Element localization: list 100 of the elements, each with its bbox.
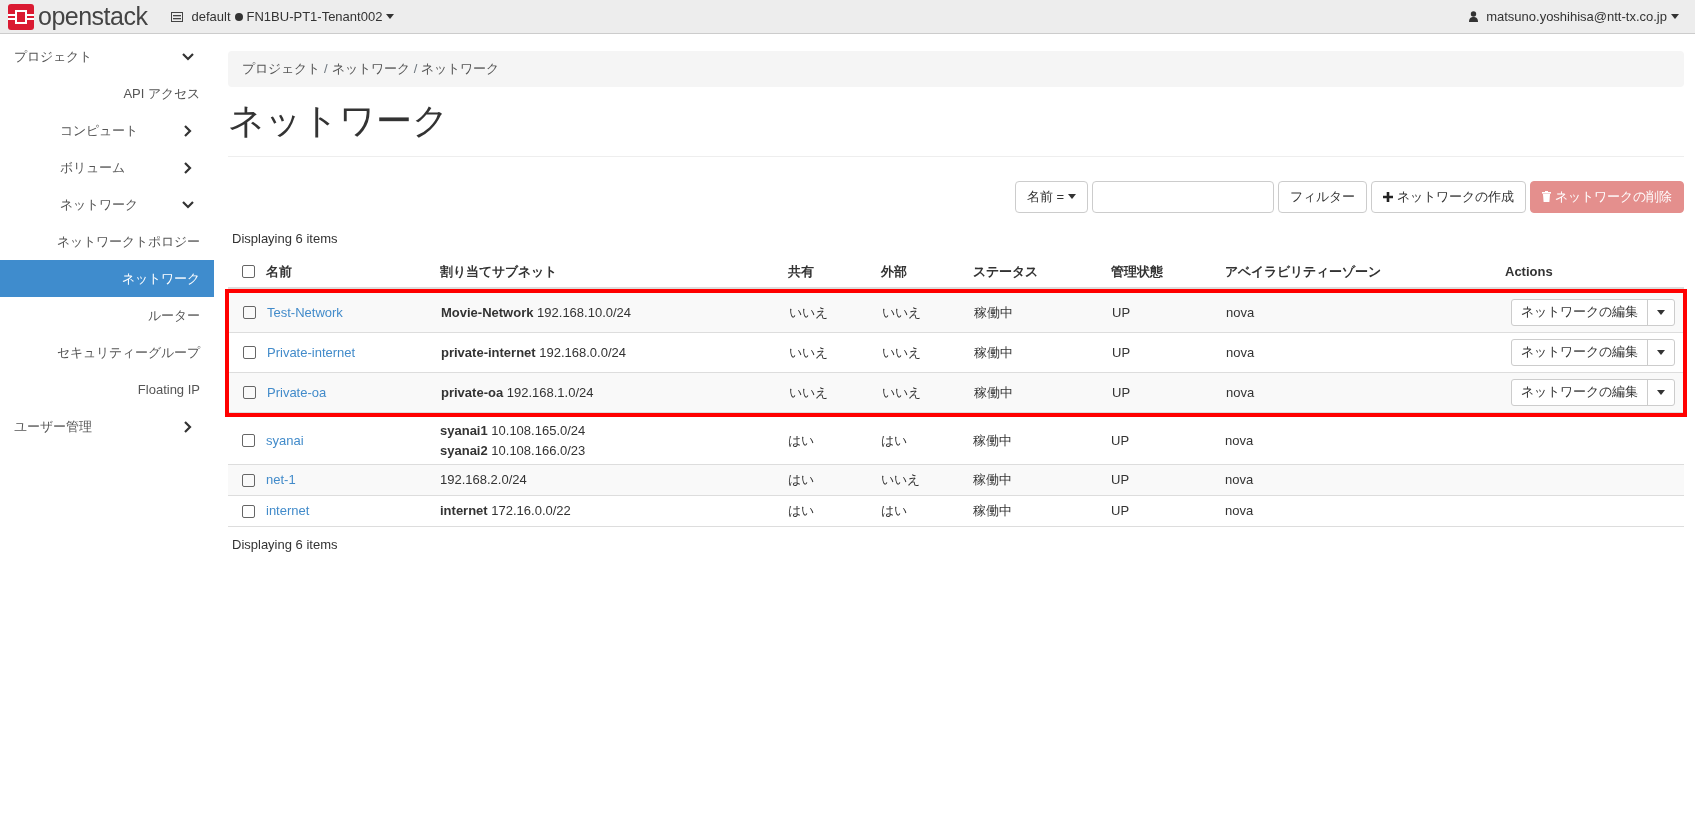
table-cell-text: はい (880, 431, 908, 450)
table-cell-text: nova (1224, 471, 1255, 490)
table-cell-text: UP (1110, 431, 1131, 450)
table-cell-text: nova (1225, 303, 1256, 322)
row-checkbox[interactable] (242, 473, 255, 487)
user-menu[interactable]: matsuno.yoshihisa@ntt-tx.co.jp (1469, 6, 1679, 27)
group-label: プロジェクト (14, 47, 92, 66)
dot-icon (234, 12, 243, 21)
network-name-link[interactable]: Private-internet (267, 344, 356, 360)
table-cell-text: 稼働中 (973, 383, 1014, 402)
select-all-checkbox[interactable] (242, 265, 255, 279)
sidebar-item[interactable]: API アクセス (0, 75, 214, 112)
network-name-link[interactable]: Private-oa (267, 384, 327, 400)
breadcrumb-separator: / (324, 60, 328, 78)
network-name-link[interactable]: syanai (266, 432, 304, 448)
table-cell-text: いいえ (788, 343, 829, 362)
filter-button[interactable]: フィルター (1278, 180, 1367, 213)
project-selector[interactable]: default FN1BU-PT1-Tenant002 (171, 6, 395, 27)
column-header: ステータス (972, 262, 1039, 281)
subnet-text: Movie-Network 192.168.10.0/24 (441, 303, 633, 322)
row-checkbox[interactable] (243, 306, 256, 320)
group-label: ユーザー管理 (14, 417, 92, 436)
subnet-text: 192.168.2.0/24 (440, 471, 528, 490)
table-cell-text: nova (1225, 343, 1256, 362)
table-cell-text: いいえ (880, 471, 921, 490)
caret-icon (1068, 194, 1076, 200)
table-cell-text: UP (1111, 343, 1132, 362)
column-header: アベイラビリティーゾーン (1224, 262, 1382, 281)
caret-icon (1657, 390, 1665, 396)
project-name: FN1BU-PT1-Tenant002 (246, 7, 383, 26)
row-checkbox[interactable] (243, 346, 256, 360)
sidebar-group[interactable]: コンピュート (0, 112, 214, 149)
table-cell-text: 稼働中 (973, 303, 1014, 322)
sidebar-group[interactable]: ボリューム (0, 149, 214, 186)
server-icon (171, 11, 184, 22)
filter-input[interactable] (1092, 180, 1274, 213)
table-cell-text: はい (787, 471, 815, 490)
sidebar-item[interactable]: セキュリティーグループ (0, 334, 214, 371)
column-header: 管理状態 (1110, 262, 1164, 281)
user-name: matsuno.yoshihisa@ntt-tx.co.jp (1486, 7, 1667, 26)
caret-icon (386, 14, 395, 19)
subnet-text: syanai1 10.108.165.0/24 (440, 422, 587, 441)
network-name-link[interactable]: internet (266, 503, 310, 519)
column-header: 外部 (880, 262, 908, 281)
table-cell-text: はい (787, 502, 815, 521)
table-cell-text: UP (1111, 303, 1132, 322)
create-network-button[interactable]: ネットワークの作成 (1371, 180, 1526, 213)
subnet-text: private-oa 192.168.1.0/24 (441, 383, 595, 402)
column-header: Actions (1504, 262, 1554, 281)
caret-icon (1657, 310, 1665, 316)
network-name-link[interactable]: net-1 (266, 472, 296, 488)
table-cell-text: はい (880, 502, 908, 521)
subnet-text: internet 172.16.0.0/22 (440, 502, 572, 521)
filter-dropdown[interactable]: 名前 = (1014, 180, 1088, 213)
table-cell-text: 稼働中 (972, 431, 1013, 450)
breadcrumb-link[interactable]: プロジェクト (242, 59, 320, 79)
table-cell-text: UP (1110, 471, 1131, 490)
row-checkbox[interactable] (242, 504, 255, 518)
column-header: 名前 (265, 262, 293, 281)
caret-icon (1671, 14, 1679, 19)
table-cell-text: nova (1224, 431, 1255, 450)
table-cell-text: いいえ (788, 383, 829, 402)
item-count: Displaying 6 items (231, 229, 339, 248)
page-title: ネットワーク (228, 98, 1684, 157)
table-cell-text: 稼働中 (972, 502, 1013, 521)
row-checkbox[interactable] (242, 434, 255, 448)
breadcrumb-link[interactable]: ネットワーク (331, 59, 410, 79)
sidebar-item[interactable]: ネットワーク (0, 260, 214, 297)
table-cell-text: いいえ (881, 383, 922, 402)
domain-name: default (191, 7, 231, 26)
network-name-link[interactable]: Test-Network (267, 304, 343, 320)
column-header: 共有 (787, 262, 815, 281)
breadcrumb-current: ネットワーク (421, 60, 500, 78)
table-cell-text: 稼働中 (973, 343, 1014, 362)
group-label: ボリューム (60, 158, 125, 177)
group-label: ネットワーク (60, 195, 138, 214)
sidebar-item[interactable]: ルーター (0, 297, 214, 334)
sidebar-group[interactable]: プロジェクト (0, 38, 214, 75)
trash-icon (1542, 191, 1551, 203)
column-header: 割り当てサブネット (439, 262, 558, 281)
user-icon (1469, 11, 1479, 22)
table-cell-text: いいえ (788, 303, 829, 322)
subnet-text: syanai2 10.108.166.0/23 (440, 441, 587, 460)
sidebar-group[interactable]: ネットワーク (0, 186, 214, 223)
table-cell-text: nova (1224, 502, 1255, 521)
table-cell-text: nova (1225, 383, 1256, 402)
table-cell-text: いいえ (881, 303, 922, 322)
item-count: Displaying 6 items (231, 536, 339, 555)
subnet-text: private-internet 192.168.0.0/24 (441, 343, 627, 362)
table-cell-text: いいえ (881, 343, 922, 362)
sidebar-group[interactable]: ユーザー管理 (0, 408, 214, 445)
table-cell-text: UP (1111, 383, 1132, 402)
logo-text: openstack (38, 4, 148, 29)
sidebar-item[interactable]: ネットワークトポロジー (0, 223, 214, 260)
breadcrumb-separator: / (413, 60, 418, 78)
caret-icon (1657, 350, 1665, 356)
table-cell-text: 稼働中 (972, 471, 1013, 490)
plus-icon (1383, 191, 1393, 202)
row-checkbox[interactable] (243, 386, 256, 400)
sidebar-item[interactable]: Floating IP (0, 371, 214, 408)
